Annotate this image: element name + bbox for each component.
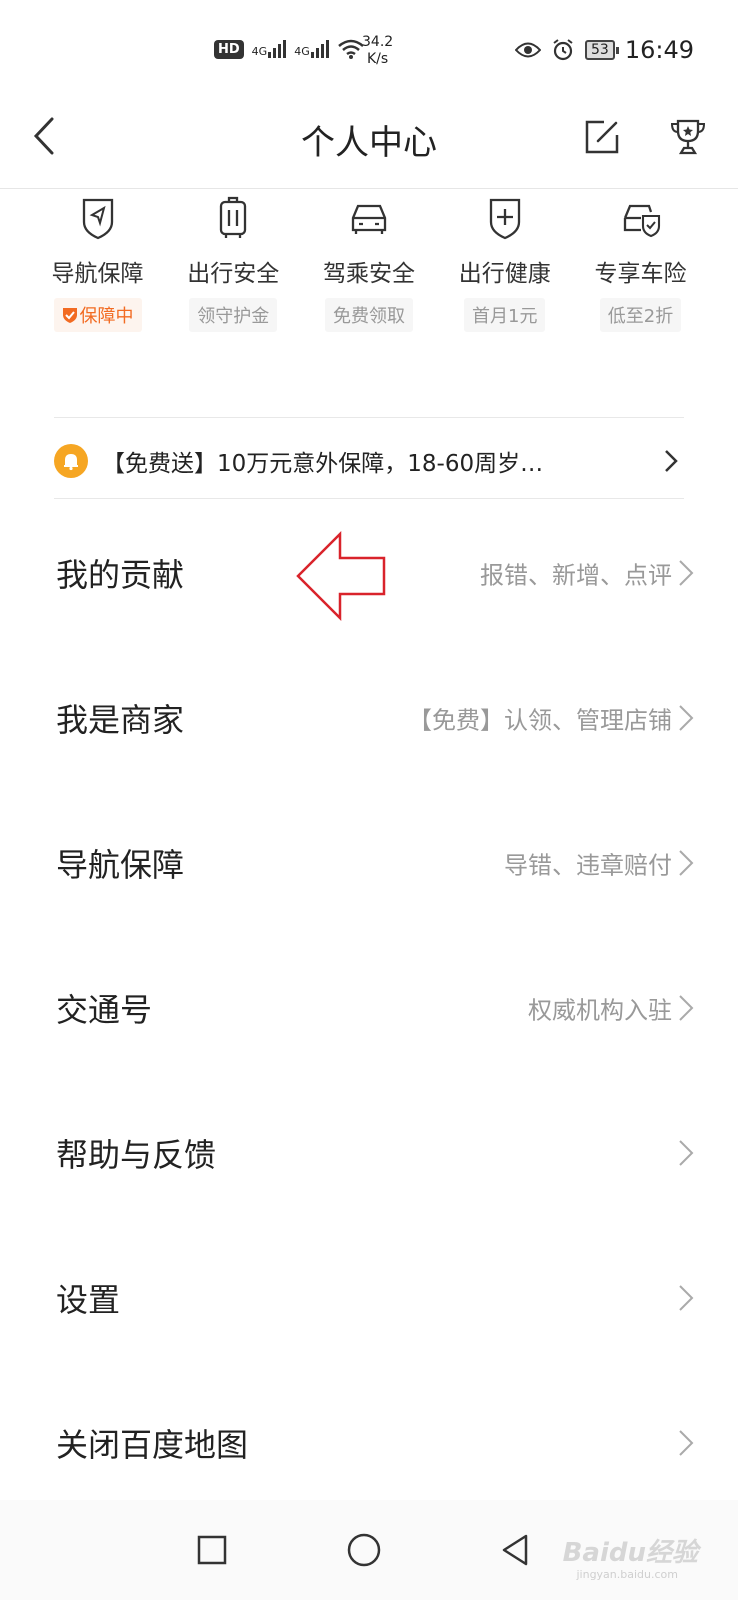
service-car-insurance[interactable]: 专享车险 低至2折	[573, 196, 708, 332]
shield-check-icon	[62, 308, 77, 323]
watermark-url: jingyan.baidu.com	[576, 1568, 678, 1581]
menu-item-label: 关闭百度地图	[56, 1425, 249, 1464]
menu-list: 我的贡献 报错、新增、点评 我是商家 【免费】认领、管理店铺 导航保障 导错、违…	[0, 500, 738, 1515]
page-title: 个人中心	[301, 123, 437, 163]
menu-item-merchant[interactable]: 我是商家 【免费】认领、管理店铺	[0, 645, 738, 790]
clock: 16:49	[624, 36, 694, 64]
notice-text: 【免费送】10万元意外保障，18-60周岁…	[102, 451, 544, 477]
menu-item-close-app[interactable]: 关闭百度地图	[0, 1370, 738, 1515]
divider	[54, 417, 684, 418]
menu-item-subtitle: 权威机构入驻	[528, 996, 672, 1024]
menu-item-traffic-account[interactable]: 交通号 权威机构入驻	[0, 935, 738, 1080]
network-speed: 34.2 K/s	[362, 34, 393, 68]
signal-sim1-icon: 4G	[252, 40, 287, 58]
luggage-icon	[220, 196, 247, 238]
battery-icon: 53	[585, 40, 619, 60]
back-triangle-icon[interactable]	[496, 1530, 536, 1570]
service-tag-text: 保障中	[79, 306, 134, 327]
menu-item-label: 设置	[56, 1280, 121, 1319]
service-tag: 领守护金	[189, 298, 278, 332]
service-tag: 免费领取	[325, 298, 413, 332]
sim1-label: 4G	[251, 45, 268, 58]
eye-icon	[515, 42, 541, 58]
trophy-icon[interactable]	[668, 117, 708, 157]
chevron-right-icon	[679, 1139, 694, 1166]
menu-item-label: 我是商家	[56, 700, 185, 739]
chevron-right-icon	[679, 849, 694, 876]
signal-sim2-icon: 4G	[294, 40, 329, 58]
hd-badge: HD	[214, 39, 244, 59]
bell-icon	[54, 444, 88, 478]
home-icon[interactable]	[344, 1530, 384, 1570]
recent-apps-icon[interactable]	[192, 1530, 232, 1570]
edit-icon[interactable]	[582, 117, 622, 157]
chevron-right-icon	[679, 1284, 694, 1311]
service-travel-safety[interactable]: 出行安全 领守护金	[166, 196, 301, 332]
menu-item-subtitle: 导错、违章赔付	[504, 851, 672, 879]
service-tag: 低至2折	[599, 298, 682, 332]
service-name: 出行健康	[458, 261, 551, 287]
wifi-icon	[337, 39, 364, 59]
divider	[54, 498, 684, 499]
menu-item-subtitle: 报错、新增、点评	[480, 561, 672, 589]
annotation-arrow-icon	[296, 530, 386, 622]
health-shield-icon	[489, 198, 520, 240]
header: 个人中心	[0, 95, 738, 185]
speed-unit: K/s	[366, 51, 389, 67]
menu-item-label: 我的贡献	[56, 555, 185, 594]
service-navigation-guarantee[interactable]: 导航保障 保障中	[30, 196, 165, 332]
status-icons-left: HD 4G 4G	[214, 38, 365, 60]
service-status-badge: 保障中	[53, 298, 142, 332]
car-icon	[351, 204, 387, 234]
watermark-logo: Baidu经验	[562, 1538, 698, 1568]
status-bar: HD 4G 4G 34.2 K/s 53 16:49	[0, 0, 738, 90]
chevron-right-icon	[679, 559, 694, 586]
car-insurance-icon	[623, 204, 660, 238]
service-ride-safety[interactable]: 驾乘安全 免费领取	[302, 196, 437, 332]
menu-item-label: 帮助与反馈	[56, 1135, 217, 1174]
menu-item-help-feedback[interactable]: 帮助与反馈	[0, 1080, 738, 1225]
menu-item-settings[interactable]: 设置	[0, 1225, 738, 1370]
navigation-shield-icon	[82, 198, 113, 240]
chevron-right-icon	[679, 704, 694, 731]
notice-banner[interactable]: 【免费送】10万元意外保障，18-60周岁…	[54, 427, 684, 495]
service-name: 出行安全	[187, 261, 280, 287]
menu-item-label: 导航保障	[56, 845, 185, 884]
speed-value: 34.2	[362, 34, 394, 50]
service-name: 导航保障	[51, 261, 144, 287]
personal-center-page: HD 4G 4G 34.2 K/s 53 16:49 个人中心 导航保障 保障中…	[0, 0, 738, 1600]
header-divider	[0, 188, 738, 189]
chevron-right-icon	[665, 450, 678, 472]
menu-item-label: 交通号	[56, 990, 153, 1029]
alarm-icon	[553, 39, 573, 61]
chevron-right-icon	[679, 1429, 694, 1456]
service-travel-health[interactable]: 出行健康 首月1元	[437, 196, 572, 332]
status-icons-right: 53 16:49	[515, 36, 694, 64]
sim2-label: 4G	[294, 45, 310, 58]
menu-item-subtitle: 【免费】认领、管理店铺	[408, 706, 672, 734]
chevron-right-icon	[679, 994, 694, 1021]
service-name: 专享车险	[594, 261, 687, 287]
service-tag: 首月1元	[464, 298, 546, 332]
menu-item-navigation-guarantee[interactable]: 导航保障 导错、违章赔付	[0, 790, 738, 935]
service-grid: 导航保障 保障中 出行安全 领守护金 驾乘安全 免费领取 出行健康 首月1元 专…	[30, 196, 708, 332]
service-name: 驾乘安全	[323, 261, 415, 287]
